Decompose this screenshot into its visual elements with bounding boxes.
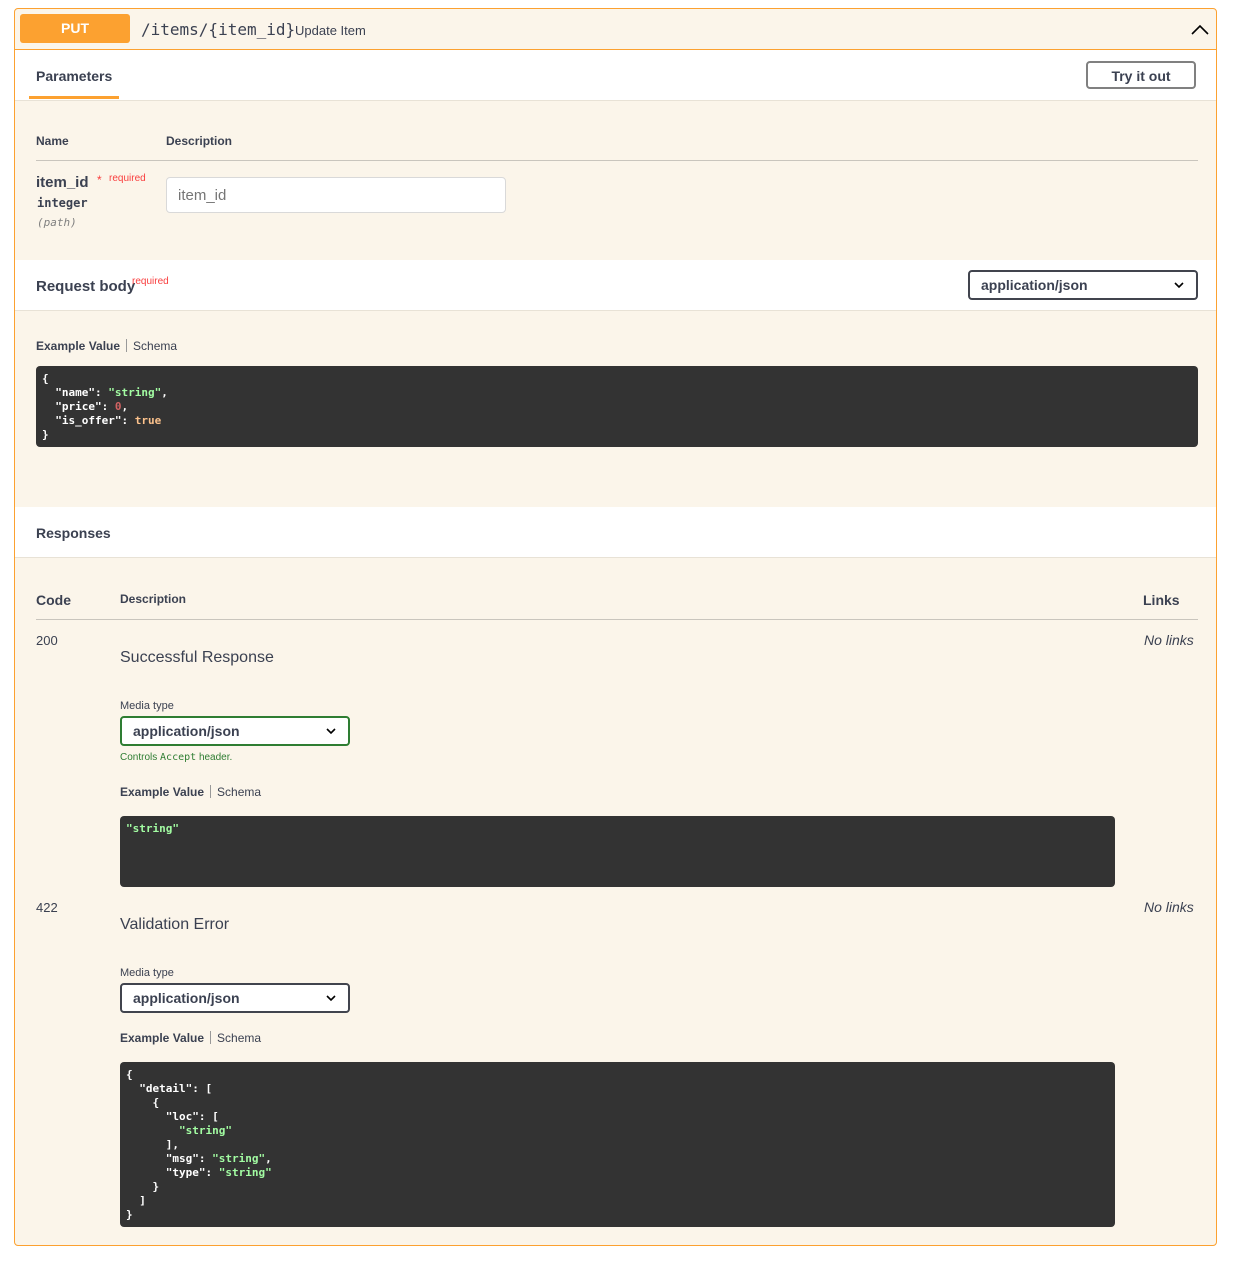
param-required-label: required [109, 173, 146, 184]
chevron-down-icon [326, 995, 336, 1002]
response-description-200: Successful Response [120, 649, 274, 666]
media-type-select-200[interactable]: application/json [120, 716, 350, 746]
request-content-type-select[interactable]: application/json [968, 270, 1198, 300]
controls-prefix: Controls [120, 752, 158, 763]
responses-title: Responses [36, 525, 111, 541]
response-links-200: No links [1144, 632, 1194, 648]
tab-example-value[interactable]: Example Value [36, 339, 120, 353]
response-200-tabs: Example Value Schema [120, 785, 261, 799]
param-header-rule [36, 160, 1198, 161]
media-type-label-422: Media type [120, 967, 174, 979]
operation-block: PUT /items/{item_id} Update Item Paramet… [14, 8, 1217, 1246]
response-links-422: No links [1144, 899, 1194, 915]
operation-path: /items/{item_id} [141, 20, 296, 39]
tab-parameters[interactable]: Parameters [36, 68, 112, 84]
responses-header-links: Links [1143, 592, 1180, 608]
chevron-down-icon [326, 728, 336, 735]
controls-suffix: header. [198, 752, 233, 763]
responses-header-code: Code [36, 592, 71, 608]
chevron-up-icon[interactable] [1190, 20, 1210, 40]
operation-summary[interactable]: PUT /items/{item_id} Update Item [15, 9, 1216, 50]
tab-separator [210, 1031, 212, 1044]
param-name: item_id [36, 174, 89, 191]
media-type-value-200: application/json [133, 723, 240, 739]
try-it-out-button[interactable]: Try it out [1086, 61, 1196, 89]
request-body-example: { "name": "string", "price": 0, "is_offe… [36, 366, 1198, 447]
request-body-title: Request body [36, 278, 136, 295]
tab-underline [29, 96, 119, 99]
tab-example-value-200[interactable]: Example Value [120, 785, 204, 799]
response-code-422: 422 [36, 900, 58, 915]
tab-schema[interactable]: Schema [133, 339, 177, 353]
method-badge: PUT [20, 14, 130, 43]
tab-separator [210, 785, 212, 798]
param-location: (path) [37, 216, 77, 229]
media-type-value-422: application/json [133, 990, 240, 1006]
param-header-name: Name [36, 134, 69, 148]
request-content-type-value: application/json [981, 277, 1088, 293]
chevron-down-icon [1174, 282, 1184, 289]
media-type-label-200: Media type [120, 700, 174, 712]
controls-code: Accept [160, 752, 197, 763]
tab-schema-200[interactable]: Schema [217, 785, 261, 799]
tab-schema-422[interactable]: Schema [217, 1031, 261, 1045]
responses-header: Responses [15, 507, 1216, 558]
response-description-422: Validation Error [120, 916, 230, 933]
param-type: integer [37, 196, 88, 210]
request-body-required-label: required [132, 276, 169, 287]
request-body-tabs: Example Value Schema [36, 339, 177, 353]
request-body-header: Request body required application/json [15, 260, 1216, 311]
item-id-input[interactable] [166, 177, 506, 213]
operation-description: Update Item [295, 23, 366, 38]
response-422-tabs: Example Value Schema [120, 1031, 261, 1045]
controls-accept-note: Controls Accept header. [120, 752, 232, 763]
tab-separator [126, 339, 128, 352]
param-header-description: Description [166, 134, 233, 148]
response-code-200: 200 [36, 633, 58, 648]
response-200-example: "string" [120, 816, 1115, 887]
media-type-select-422[interactable]: application/json [120, 983, 350, 1013]
parameters-header: Parameters Try it out [15, 50, 1216, 101]
response-422-example: { "detail": [ { "loc": [ "string" ], "ms… [120, 1062, 1115, 1227]
responses-header-rule [36, 619, 1198, 620]
responses-header-description: Description [120, 592, 187, 606]
tab-example-value-422[interactable]: Example Value [120, 1031, 204, 1045]
required-asterisk: * [97, 173, 102, 187]
